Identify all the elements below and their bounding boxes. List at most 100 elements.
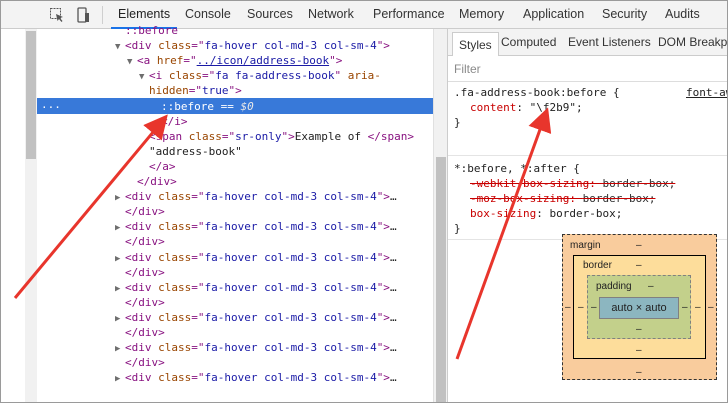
dom-node-line[interactable]: ▶ <div class="fa-hover col-md-3 col-sm-4"… (115, 250, 397, 266)
dom-token-tag: <span (149, 129, 189, 143)
dom-token-tag: "> (376, 371, 390, 385)
dom-token-zero: $0 (240, 99, 254, 113)
tab-audits[interactable]: Audits (665, 1, 700, 28)
dom-token-val: fa-hover col-md-3 col-sm-4 (204, 371, 377, 385)
dom-token-attr: aria- (347, 69, 381, 83)
dom-node-line[interactable]: ▶ <div class="fa-hover col-md-3 col-sm-4"… (115, 370, 397, 386)
inspect-element-icon[interactable] (47, 5, 67, 25)
dom-node-line[interactable]: ▼ <i class="fa fa-address-book" aria- (139, 68, 381, 84)
dom-node-selected[interactable]: ::before == $0 (151, 99, 254, 115)
devtools-window: Elements Console Sources Network Perform… (0, 0, 728, 403)
dom-token-pseudo: ::before (125, 24, 178, 37)
padding-bottom-value[interactable]: – (636, 324, 642, 335)
rule-declaration-content[interactable]: content: "\f2b9"; (470, 100, 583, 115)
dom-node-line[interactable]: ▶ <div class="fa-hover col-md-3 col-sm-4"… (115, 340, 397, 356)
dom-node-line[interactable]: ::before (115, 23, 178, 39)
dom-token-attr: class (158, 39, 192, 53)
margin-left-value[interactable]: – (565, 302, 571, 313)
dom-node-line[interactable]: </div> (115, 355, 165, 371)
dom-token-tag: <div (125, 190, 159, 204)
dom-token-val: fa-hover col-md-3 col-sm-4 (204, 250, 377, 264)
margin-right-value[interactable]: – (708, 302, 714, 313)
tab-network[interactable]: Network (308, 1, 354, 28)
dom-token-val: fa-hover col-md-3 col-sm-4 (204, 190, 377, 204)
rule-selector: .fa-address-book:before { (454, 86, 620, 99)
dom-token-attr: class (158, 280, 192, 294)
box-sizing-value: border-box; (549, 207, 623, 220)
dom-token-tag: <a (137, 54, 157, 68)
dom-node-line[interactable]: </a> (139, 159, 176, 175)
tab-sources[interactable]: Sources (247, 1, 293, 28)
elements-scroll-thumb[interactable] (436, 157, 446, 402)
border-bottom-value[interactable]: – (636, 345, 642, 356)
padding-top-value[interactable]: – (648, 281, 654, 292)
dom-token-tag: "> (376, 220, 390, 234)
dom-token-txt: Example of (294, 129, 368, 143)
dom-token-tag: </div> (125, 265, 165, 279)
dom-node-line[interactable]: </div> (115, 234, 165, 250)
selected-node-ellipsis[interactable]: ... (41, 98, 61, 114)
device-toolbar-icon[interactable] (73, 5, 93, 25)
dom-token-attr: class (158, 371, 192, 385)
dom-token-tag: </div> (137, 175, 177, 188)
box-model-content[interactable]: auto × auto (599, 297, 679, 319)
dom-node-line[interactable]: ▶ <div class="fa-hover col-md-3 col-sm-4"… (115, 280, 397, 296)
subtab-computed[interactable]: Computed (501, 29, 556, 56)
dom-token-tag: =" (191, 310, 205, 324)
tab-security[interactable]: Security (602, 1, 647, 28)
dom-token-link[interactable]: ../icon/address-book (197, 54, 329, 67)
dom-node-line[interactable]: </div> (115, 295, 165, 311)
expand-arrow-open-icon[interactable]: ▼ (127, 54, 137, 70)
dom-node-line[interactable]: </div> (115, 204, 165, 220)
dom-token-tag: =" (191, 39, 205, 53)
border-left-value[interactable]: – (578, 302, 584, 313)
subtab-event-listeners[interactable]: Event Listeners (568, 29, 651, 56)
dom-node-line[interactable]: ▼ <div class="fa-hover col-md-3 col-sm-4"… (115, 38, 390, 54)
tab-application[interactable]: Application (523, 1, 584, 28)
expand-arrow-open-icon[interactable]: ▼ (115, 39, 125, 55)
rule2-declaration-box-sizing[interactable]: box-sizing: border-box; (470, 206, 622, 221)
dom-token-tag: <div (125, 341, 159, 355)
dom-node-line[interactable]: "address-book" (139, 144, 242, 160)
elements-scrollbar[interactable] (433, 29, 447, 402)
border-top-value[interactable]: – (636, 260, 642, 271)
left-gutter-scrollbar[interactable] (25, 29, 37, 402)
rule2-declaration-webkit[interactable]: -webkit-box-sizing: border-box; (470, 176, 675, 191)
subtab-dom-breakpoints[interactable]: DOM Breakpo (658, 29, 727, 56)
dom-token-tag: </span> (367, 129, 414, 143)
dom-node-line[interactable]: <span class="sr-only">Example of </span> (139, 129, 414, 145)
tab-performance[interactable]: Performance (373, 1, 445, 28)
styles-filter[interactable]: Filter (448, 56, 727, 82)
tab-console[interactable]: Console (185, 1, 231, 28)
dom-node-line[interactable]: hidden="true"> (139, 83, 242, 99)
toolbar-separator (102, 6, 103, 24)
rule2-selector: *:before, *:after { (454, 162, 580, 175)
dom-node-line[interactable]: ▶ <div class="fa-hover col-md-3 col-sm-4"… (115, 189, 397, 205)
rule2-declaration-moz[interactable]: -moz-box-sizing: border-box; (470, 191, 655, 206)
dom-node-line[interactable]: </div> (115, 325, 165, 341)
dom-node-line[interactable]: </div> (127, 174, 177, 190)
dom-token-tag: <div (125, 250, 159, 264)
rule-source-link[interactable]: font-aw (686, 85, 727, 100)
margin-bottom-value[interactable]: – (636, 367, 642, 378)
dom-token-attr: hidden (149, 84, 189, 98)
dom-node-line[interactable]: </i> (151, 114, 188, 130)
dom-node-line[interactable]: ▶ <div class="fa-hover col-md-3 col-sm-4"… (115, 310, 397, 326)
tab-memory[interactable]: Memory (459, 1, 504, 28)
dom-token-tag: "> (376, 310, 390, 324)
margin-top-value[interactable]: – (636, 240, 642, 251)
border-right-value[interactable]: – (695, 302, 701, 313)
dom-node-line[interactable]: </div> (115, 265, 165, 281)
expand-arrow-closed-icon[interactable]: ▶ (115, 371, 125, 387)
left-gutter-scroll-thumb[interactable] (26, 31, 36, 159)
css-rule-fa-address-book: .fa-address-book:before { font-aw conten… (448, 82, 727, 156)
rule-close-brace: } (454, 116, 461, 129)
padding-left-value[interactable]: – (591, 302, 597, 313)
subtab-styles[interactable]: Styles (452, 32, 499, 56)
dom-node-line[interactable]: ▶ <div class="fa-hover col-md-3 col-sm-4"… (115, 219, 397, 235)
webkit-box-sizing-property: -webkit-box-sizing (470, 177, 590, 190)
dom-token-tag: "> (281, 129, 295, 143)
dom-node-line[interactable]: ▼ <a href="../icon/address-book"> (127, 53, 342, 69)
dom-token-val: fa-hover col-md-3 col-sm-4 (204, 39, 377, 53)
padding-right-value[interactable]: – (682, 302, 688, 313)
